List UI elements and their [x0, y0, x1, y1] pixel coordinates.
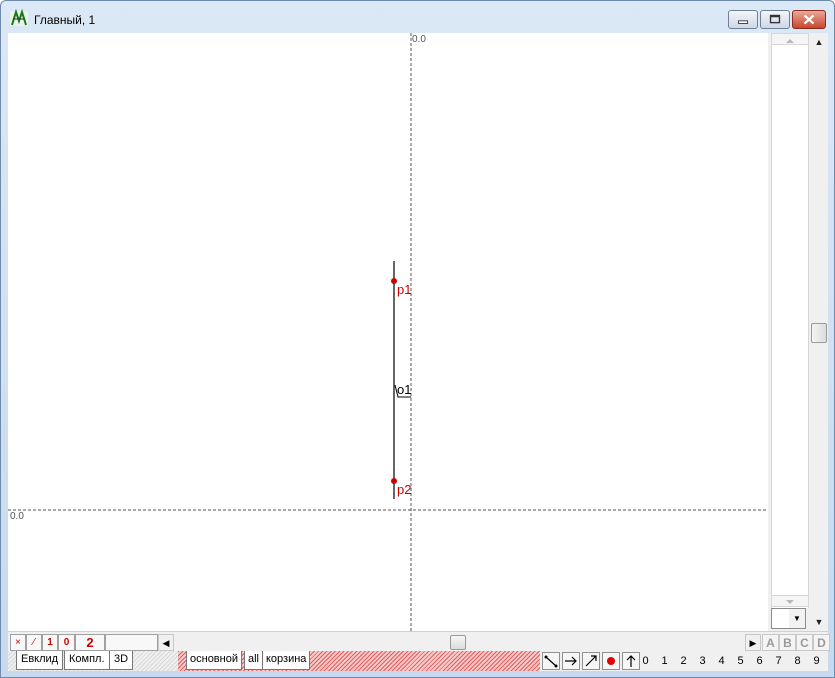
number-1[interactable]: 1 — [655, 653, 674, 669]
bottom-toolbar: × ⁄ 1 0 2 ◀ ▶ A B C D — [8, 631, 830, 651]
arrow-right-icon — [565, 656, 577, 666]
axis-label-top: 0.0 — [412, 34, 426, 45]
letter-c-button[interactable]: C — [796, 634, 813, 651]
side-panel — [771, 33, 809, 608]
point-label-p1[interactable]: p1 — [397, 282, 411, 297]
empty-slot-button[interactable] — [105, 634, 158, 651]
letter-b-button[interactable]: B — [779, 634, 796, 651]
number-3[interactable]: 3 — [693, 653, 712, 669]
horizontal-scrollbar[interactable]: ◀ ▶ — [158, 634, 761, 651]
triangle-down-icon — [786, 600, 794, 604]
segment-icon — [544, 655, 558, 668]
tab-euclid[interactable]: Евклид — [16, 651, 64, 670]
window-title: Главный, 1 — [34, 13, 96, 27]
point-label-p2[interactable]: p2 — [397, 482, 411, 497]
dropdown-arrow-icon: ▼ — [789, 609, 805, 628]
horizontal-scroll-thumb[interactable] — [450, 635, 466, 650]
diagonal-arrow-icon — [585, 655, 597, 667]
number-5[interactable]: 5 — [731, 653, 750, 669]
number-0[interactable]: 0 — [636, 653, 655, 669]
restore-icon — [769, 14, 781, 24]
mode-1-button[interactable]: 1 — [42, 634, 58, 651]
restore-button[interactable] — [760, 10, 790, 29]
segment-tool-button[interactable] — [542, 652, 560, 670]
vertical-scroll-thumb[interactable] — [811, 323, 827, 343]
layer-tab-trash[interactable]: корзина — [262, 651, 311, 670]
minimize-icon — [738, 20, 748, 24]
delete-mode-button[interactable]: × — [10, 634, 26, 651]
scroll-left-icon[interactable]: ◀ — [158, 634, 174, 651]
number-7[interactable]: 7 — [769, 653, 788, 669]
bottom-tabs-bar: Евклид Компл. 3D основной all корзина 0 … — [8, 651, 828, 671]
ray-tool-button[interactable] — [582, 652, 600, 670]
title-bar[interactable]: Главный, 1 — [1, 1, 834, 33]
panel-down-button[interactable] — [771, 595, 809, 607]
number-2[interactable]: 2 — [674, 653, 693, 669]
mode-2-button[interactable]: 2 — [75, 634, 105, 651]
minimize-button[interactable] — [728, 10, 758, 29]
layers-bar: основной all корзина — [178, 651, 540, 671]
drawing-canvas[interactable]: 0.0 0.0 p1 p2 o1 — [8, 33, 768, 631]
tab-3d[interactable]: 3D — [109, 651, 134, 670]
panel-dropdown[interactable]: ▼ — [771, 608, 806, 629]
point-icon — [607, 657, 615, 665]
scroll-right-icon[interactable]: ▶ — [745, 634, 761, 651]
letter-a-button[interactable]: A — [762, 634, 779, 651]
layer-tab-main[interactable]: основной — [186, 651, 242, 670]
line-mode-button[interactable]: ⁄ — [26, 634, 42, 651]
mode-0-button[interactable]: 0 — [58, 634, 75, 651]
main-window: Главный, 1 0.0 0.0 p1 p2 o1 ▼ ▲ ▼ × ⁄ 1 … — [0, 0, 835, 678]
number-4[interactable]: 4 — [712, 653, 731, 669]
axis-label-left: 0.0 — [10, 511, 24, 522]
tab-complex[interactable]: Компл. — [64, 651, 110, 670]
number-9[interactable]: 9 — [807, 653, 826, 669]
number-6[interactable]: 6 — [750, 653, 769, 669]
vertical-scrollbar[interactable]: ▲ ▼ — [810, 33, 828, 631]
app-logo-icon — [10, 9, 28, 26]
letter-d-button[interactable]: D — [813, 634, 830, 651]
object-label-o1[interactable]: o1 — [397, 382, 411, 397]
close-icon — [803, 14, 815, 25]
layer-tab-all[interactable]: all — [244, 651, 264, 670]
scroll-up-icon[interactable]: ▲ — [812, 35, 826, 49]
panel-up-button[interactable] — [771, 33, 809, 45]
mode-tabs: Евклид Компл. 3D — [8, 651, 178, 671]
scroll-down-icon[interactable]: ▼ — [812, 615, 826, 629]
canvas-drawing — [8, 33, 768, 631]
vector-tool-button[interactable] — [562, 652, 580, 670]
number-8[interactable]: 8 — [788, 653, 807, 669]
point-tool-button[interactable] — [602, 652, 620, 670]
vertical-scroll-panel: ▼ ▲ ▼ — [768, 33, 828, 631]
triangle-up-icon — [786, 39, 794, 43]
close-button[interactable] — [792, 10, 826, 29]
